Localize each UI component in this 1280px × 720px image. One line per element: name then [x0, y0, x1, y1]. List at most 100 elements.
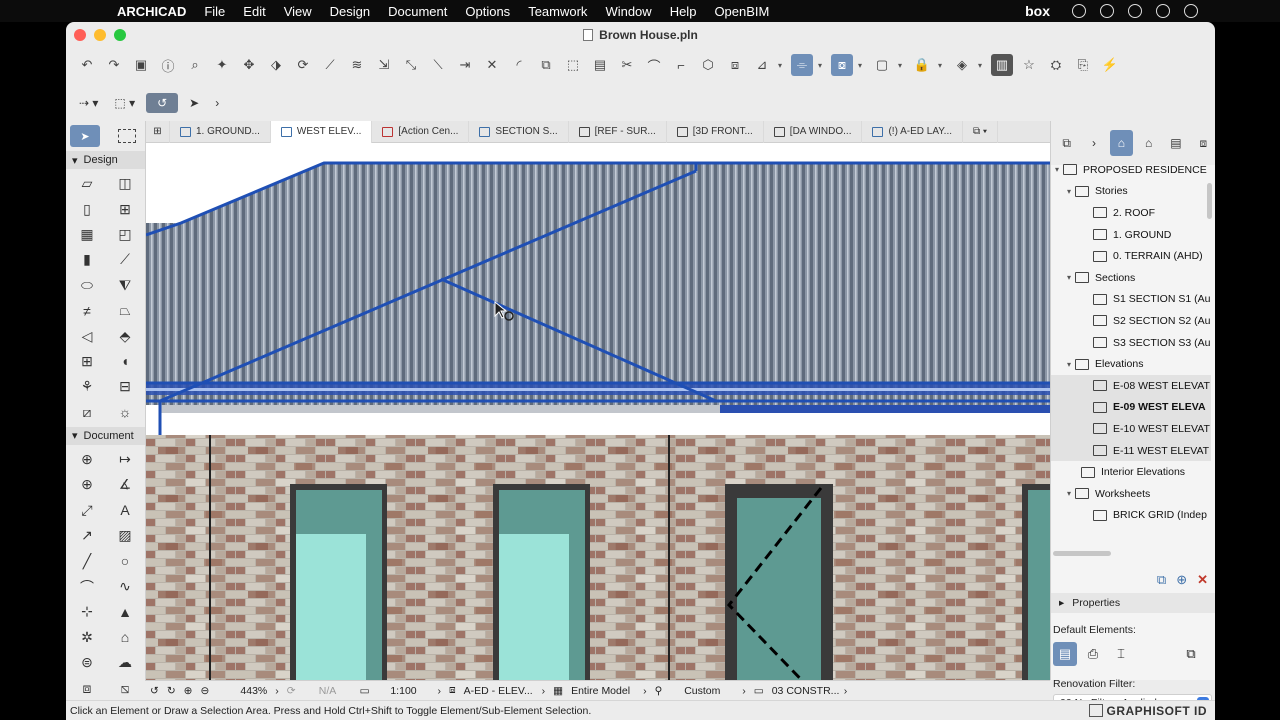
- drawing-tool-icon[interactable]: ⌂: [106, 625, 144, 650]
- wall-defaults-icon[interactable]: ▤: [1053, 642, 1077, 666]
- layout-book-icon[interactable]: ▥: [991, 54, 1013, 76]
- pen-set-chevron-icon[interactable]: ›: [738, 681, 750, 701]
- zoom-value[interactable]: 443%: [213, 681, 271, 701]
- roof-tool-icon[interactable]: ⏢: [106, 298, 144, 323]
- polyline-tool-icon[interactable]: ⌒: [68, 574, 106, 599]
- curve-icon[interactable]: ⌒: [643, 54, 665, 76]
- skylight-tool-icon[interactable]: ⧄: [68, 400, 106, 425]
- publisher-sets-icon[interactable]: ⧈: [1192, 130, 1215, 156]
- minimize-window-button[interactable]: [94, 29, 106, 41]
- object-defaults-icon[interactable]: ⎙: [1081, 642, 1105, 666]
- undo-icon[interactable]: ↶: [76, 54, 98, 76]
- dimension-tool-icon[interactable]: ⊕: [68, 447, 106, 472]
- menu-document[interactable]: Document: [379, 4, 456, 19]
- line-tool-icon[interactable]: ╱: [68, 548, 106, 573]
- zone-tool-icon[interactable]: ⚘: [68, 374, 106, 399]
- window-tool-icon[interactable]: ⊞: [106, 196, 144, 221]
- menu-window[interactable]: Window: [596, 4, 660, 19]
- dimension-value[interactable]: 03 CONSTR...: [768, 681, 840, 701]
- label-tool-icon[interactable]: ↗: [68, 523, 106, 548]
- sync-icon[interactable]: [1072, 4, 1086, 18]
- change-tool-icon[interactable]: ☁: [106, 650, 144, 675]
- beam-tool-icon[interactable]: ◰: [106, 222, 144, 247]
- elevation-drawing-canvas[interactable]: [146, 143, 1050, 680]
- drag-icon[interactable]: ⬗: [265, 54, 287, 76]
- box-logo[interactable]: box: [1025, 3, 1050, 19]
- object-tool-icon[interactable]: ◖: [106, 349, 144, 374]
- morph-tool-icon[interactable]: ⬘: [106, 323, 144, 348]
- window-2[interactable]: [493, 484, 590, 680]
- tree-row-sections[interactable]: ▾ Sections: [1051, 267, 1211, 289]
- menu-app-name[interactable]: ARCHICAD: [108, 4, 195, 19]
- column-defaults-icon[interactable]: ⌶: [1109, 642, 1133, 666]
- tab-west-elevation[interactable]: WEST ELEV...: [270, 120, 373, 143]
- column2-tool-icon[interactable]: ▮: [68, 247, 106, 272]
- pen-set-icon[interactable]: ⚲: [651, 681, 667, 701]
- layer-combo-value[interactable]: A-ED - ELEV...: [460, 681, 538, 701]
- suspend-groups-icon[interactable]: ▢: [871, 54, 893, 76]
- suspend-dropdown-icon[interactable]: ▾: [898, 61, 906, 70]
- navigator-map-icon[interactable]: ⧉: [1055, 130, 1078, 156]
- siri-icon[interactable]: [1184, 4, 1198, 18]
- tree-row-proposed-residence[interactable]: ▾ PROPOSED RESIDENCE: [1051, 159, 1211, 181]
- selection-filter-icon[interactable]: ⇢ ▾: [74, 93, 103, 113]
- tree-row-terrain[interactable]: 0. TERRAIN (AHD): [1051, 245, 1211, 267]
- group-icon[interactable]: ▤: [589, 54, 611, 76]
- arrow-tool-icon[interactable]: ➤: [184, 93, 204, 113]
- tree-row-interior-elevations[interactable]: Interior Elevations: [1051, 461, 1211, 483]
- find-select-icon[interactable]: ⌕: [184, 54, 206, 76]
- delete-view-icon[interactable]: ✕: [1197, 572, 1208, 588]
- tree-row-e11[interactable]: E-11 WEST ELEVAT: [1051, 439, 1211, 462]
- stretch-icon[interactable]: ⇲: [373, 54, 395, 76]
- detail-tool-icon[interactable]: ⧅: [106, 675, 144, 700]
- guide-icon[interactable]: ⊿: [751, 54, 773, 76]
- zoom-window-button[interactable]: [114, 29, 126, 41]
- elevation-dimension-tool-icon[interactable]: ⤢: [68, 498, 106, 523]
- interior-elevation-tool-icon[interactable]: ⊜: [68, 650, 106, 675]
- menu-design[interactable]: Design: [321, 4, 379, 19]
- pen-set-value[interactable]: Custom: [666, 681, 738, 701]
- tab-action-center[interactable]: [Action Cen...: [372, 120, 470, 143]
- menu-file[interactable]: File: [195, 4, 234, 19]
- lock-dropdown-icon[interactable]: ▾: [938, 61, 946, 70]
- control-center-icon[interactable]: [1156, 4, 1170, 18]
- section-tool-icon[interactable]: ✲: [68, 625, 106, 650]
- grab-settings-icon[interactable]: ⧉: [1179, 642, 1203, 666]
- window-1[interactable]: [290, 484, 387, 680]
- resize-icon[interactable]: ⤡: [400, 54, 422, 76]
- graphisoft-tools-icon[interactable]: ⚡: [1099, 54, 1121, 76]
- redo-zoom-icon[interactable]: ↻: [163, 681, 180, 701]
- layers-icon[interactable]: ⧈: [724, 54, 746, 76]
- magic-wand-icon[interactable]: ✦: [211, 54, 233, 76]
- tab-ref-survey[interactable]: [REF - SUR...: [569, 120, 667, 143]
- dimension-chevron-icon[interactable]: ›: [840, 681, 852, 701]
- intersect-icon[interactable]: ✕: [481, 54, 503, 76]
- hotspot-tool-icon[interactable]: ⊹: [68, 599, 106, 624]
- undo-view-icon[interactable]: ↺: [146, 93, 179, 113]
- level-dimension-tool-icon[interactable]: ↦: [106, 447, 144, 472]
- tree-twisty[interactable]: ▾: [1063, 187, 1075, 196]
- info-icon[interactable]: ⓘ: [157, 54, 179, 76]
- tree-row-elevations[interactable]: ▾ Elevations: [1051, 353, 1211, 375]
- tree-horizontal-scrollbar[interactable]: [1053, 551, 1111, 556]
- railing-tool-icon[interactable]: ≠: [68, 298, 106, 323]
- menu-help[interactable]: Help: [661, 4, 706, 19]
- teamwork-icon[interactable]: ⛭: [1045, 54, 1067, 76]
- layer-combo-icon[interactable]: ⧈: [445, 681, 460, 701]
- tab-overview-icon[interactable]: ⊞: [146, 120, 170, 143]
- stair-tool-icon[interactable]: ⧨: [106, 273, 144, 298]
- model-view-chevron-icon[interactable]: ›: [639, 681, 651, 701]
- explode-icon[interactable]: ⬚: [562, 54, 584, 76]
- view-map-icon[interactable]: ⌂: [1137, 130, 1160, 156]
- corner-icon[interactable]: ⌐: [670, 54, 692, 76]
- navigator-forward-icon[interactable]: ›: [1082, 130, 1105, 156]
- layout-book-nav-icon[interactable]: ▤: [1164, 130, 1187, 156]
- angle-dimension-tool-icon[interactable]: ∡: [106, 472, 144, 497]
- offset-icon[interactable]: ⧉: [535, 54, 557, 76]
- mesh-tool-icon[interactable]: ⊞: [68, 349, 106, 374]
- marquee-icon[interactable]: ⬚ ▾: [109, 93, 140, 113]
- tree-row-e08[interactable]: E-08 WEST ELEVAT: [1051, 374, 1211, 397]
- tree-twisty[interactable]: ▾: [1051, 165, 1063, 174]
- time-machine-icon[interactable]: [1100, 4, 1114, 18]
- tree-row-roof[interactable]: 2. ROOF: [1051, 202, 1211, 224]
